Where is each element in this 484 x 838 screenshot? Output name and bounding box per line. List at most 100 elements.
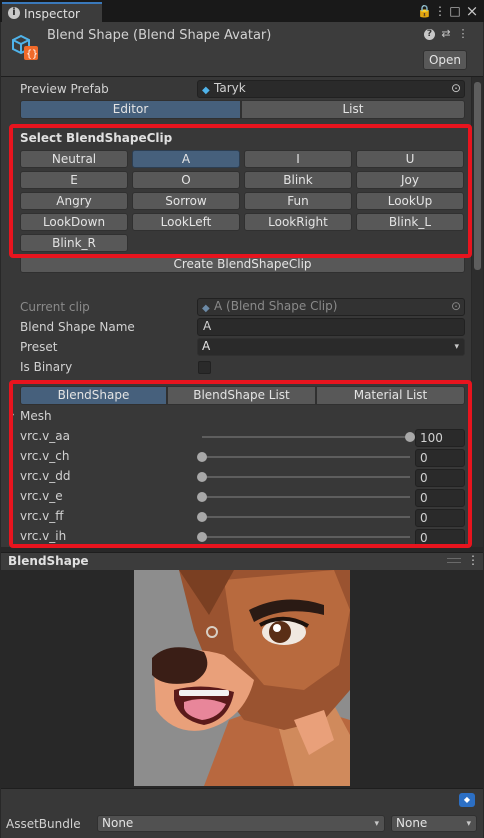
asset-bundle-label: AssetBundle (6, 817, 81, 831)
clip-button-lookdown[interactable]: LookDown (20, 213, 128, 231)
blendshape-slider-knob[interactable] (197, 472, 207, 482)
clip-button-angry[interactable]: Angry (20, 192, 128, 210)
blendshape-value-input[interactable]: 0 (415, 449, 465, 467)
select-blendshapeclip-heading: Select BlendShapeClip (20, 131, 173, 145)
blendshape-slider-knob[interactable] (405, 432, 415, 442)
blendshape-value-input[interactable]: 0 (415, 469, 465, 487)
asset-bundle-value: None (102, 816, 134, 830)
current-clip-label: Current clip (20, 300, 90, 314)
current-clip-value: A (Blend Shape Clip) (214, 299, 338, 313)
clip-asset-icon: ◆ (202, 303, 210, 314)
blendshape-slider-track[interactable] (202, 536, 410, 538)
tab-inspector[interactable]: i Inspector (2, 2, 102, 22)
preview-area (1, 570, 483, 788)
blendshape-value-input[interactable]: 0 (415, 489, 465, 507)
inspector-title: Blend Shape (Blend Shape Avatar) (47, 28, 272, 43)
prefab-icon: ◆ (202, 85, 210, 96)
clip-button-blink-l[interactable]: Blink_L (356, 213, 464, 231)
clip-button-blink-r[interactable]: Blink_R (20, 234, 128, 252)
asset-bundle-dropdown[interactable]: None ▾ (97, 815, 385, 832)
preview-prefab-label: Preview Prefab (20, 82, 109, 96)
clip-button-a[interactable]: A (132, 150, 240, 168)
tab-inspector-label: Inspector (24, 7, 80, 21)
blendshape-asset-icon: {} (12, 34, 38, 60)
preview-prefab-value: Taryk (214, 81, 246, 95)
clip-button-lookright[interactable]: LookRight (244, 213, 352, 231)
blendshape-slider-track[interactable] (202, 476, 410, 478)
open-button[interactable]: Open (423, 50, 467, 70)
maximize-icon[interactable]: □ (448, 4, 462, 18)
preset-value: A (202, 339, 211, 353)
window-tab-bar: i Inspector 🔒 ⋮ □ × (0, 0, 484, 22)
blendshape-slider-knob[interactable] (197, 452, 207, 462)
preview-header: BlendShape ⋮ (1, 552, 483, 571)
preview-prefab-field[interactable]: ◆ Taryk ⊙ (197, 80, 465, 98)
clip-button-u[interactable]: U (356, 150, 464, 168)
object-picker-icon[interactable]: ⊙ (451, 81, 461, 96)
blendshape-slider-track[interactable] (202, 436, 410, 438)
scrollbar-thumb[interactable] (474, 82, 481, 270)
asset-variant-dropdown[interactable]: None ▾ (391, 815, 477, 832)
mesh-label: Mesh (20, 409, 52, 423)
blendshape-slider-knob[interactable] (197, 492, 207, 502)
mesh-foldout-icon[interactable]: ▾ (10, 411, 14, 420)
clip-button-neutral[interactable]: Neutral (20, 150, 128, 168)
tab-editor[interactable]: Editor (20, 100, 241, 119)
tab-list[interactable]: List (241, 100, 465, 119)
blendshape-name: vrc.v_e (20, 489, 63, 503)
clip-button-i[interactable]: I (244, 150, 352, 168)
preset-label: Preset (20, 340, 58, 354)
tab-blendshape[interactable]: BlendShape (20, 386, 167, 405)
clip-button-lookup[interactable]: LookUp (356, 192, 464, 210)
window-menu-icon[interactable]: ⋮ (433, 4, 447, 18)
blendshape-slider-knob[interactable] (197, 532, 207, 542)
clip-button-fun[interactable]: Fun (244, 192, 352, 210)
blendshape-slider-track[interactable] (202, 496, 410, 498)
blendshape-name: vrc.v_ch (20, 449, 70, 463)
tab-blendshape-list[interactable]: BlendShape List (167, 386, 316, 405)
close-icon[interactable]: × (465, 4, 479, 19)
component-menu-icon[interactable]: ⋮ (456, 27, 470, 41)
blendshape-name: vrc.v_aa (20, 429, 70, 443)
clip-button-o[interactable]: O (132, 171, 240, 189)
lock-icon[interactable]: 🔒 (417, 4, 432, 18)
clip-button-e[interactable]: E (20, 171, 128, 189)
blend-shape-name-input[interactable]: A (197, 318, 465, 336)
current-clip-field: ◆ A (Blend Shape Clip) ⊙ (197, 298, 465, 316)
preset-settings-icon[interactable]: ⇄ (439, 27, 453, 41)
asset-bundle-bar: ◆ AssetBundle None ▾ None ▾ (1, 788, 483, 838)
preview-drag-handle[interactable] (447, 553, 463, 569)
blend-shape-name-label: Blend Shape Name (20, 320, 135, 334)
blendshape-value-input[interactable]: 0 (415, 509, 465, 527)
blendshape-value-input[interactable]: 0 (415, 529, 465, 547)
info-icon: i (8, 7, 20, 19)
clip-button-lookleft[interactable]: LookLeft (132, 213, 240, 231)
chevron-down-icon: ▾ (374, 819, 379, 829)
preset-dropdown[interactable]: A ▾ (197, 338, 465, 356)
asset-variant-value: None (396, 816, 428, 830)
blendshape-slider-knob[interactable] (197, 512, 207, 522)
blendshape-value-input[interactable]: 100 (415, 429, 465, 447)
blendshape-name: vrc.v_ih (20, 529, 67, 543)
blendshape-name: vrc.v_ff (20, 509, 64, 523)
preview-menu-icon[interactable]: ⋮ (467, 553, 479, 567)
chevron-down-icon: ▾ (454, 342, 459, 352)
avatar-preview-render[interactable] (134, 570, 350, 786)
clip-button-joy[interactable]: Joy (356, 171, 464, 189)
help-icon[interactable]: ? (424, 29, 435, 40)
blendshape-name: vrc.v_dd (20, 469, 71, 483)
blendshape-slider-track[interactable] (202, 516, 410, 518)
clip-button-sorrow[interactable]: Sorrow (132, 192, 240, 210)
is-binary-label: Is Binary (20, 360, 73, 374)
is-binary-checkbox[interactable] (198, 361, 211, 374)
clip-picker-icon: ⊙ (450, 299, 461, 313)
inspector-header: {} Blend Shape (Blend Shape Avatar) ? ⇄ … (1, 22, 483, 77)
preview-title: BlendShape (8, 554, 89, 568)
tag-icon[interactable]: ◆ (459, 793, 475, 807)
clip-button-blink[interactable]: Blink (244, 171, 352, 189)
blendshape-slider-track[interactable] (202, 456, 410, 458)
chevron-down-icon: ▾ (466, 819, 471, 829)
tab-material-list[interactable]: Material List (316, 386, 465, 405)
svg-text:{}: {} (26, 49, 38, 60)
create-blendshapeclip-button[interactable]: Create BlendShapeClip (20, 255, 465, 273)
